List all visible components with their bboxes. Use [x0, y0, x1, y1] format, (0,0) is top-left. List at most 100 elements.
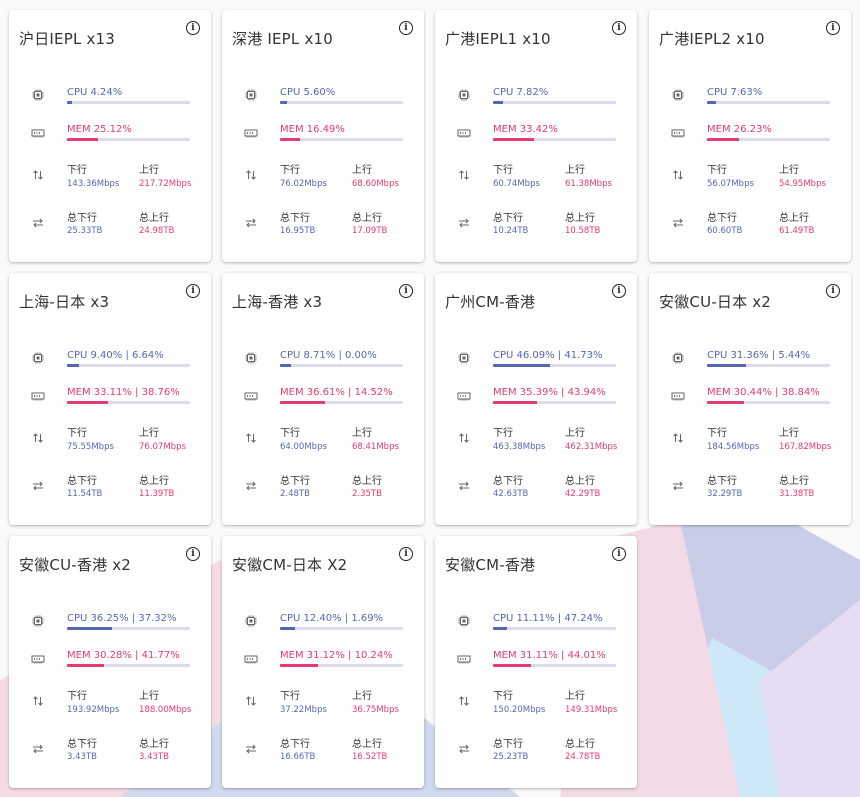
cpu-chip-icon — [31, 614, 45, 628]
total-download-label: 总下行 — [280, 739, 310, 750]
server-title: 沪日IEPL x13 — [19, 30, 116, 48]
cpu-usage-bar — [493, 364, 616, 367]
transfer-vertical-icon — [31, 694, 45, 708]
memory-usage-label: MEM 33.11% | 38.76% — [67, 387, 180, 398]
memory-usage-bar — [493, 138, 616, 141]
memory-usage-label: MEM 36.61% | 14.52% — [280, 387, 393, 398]
total-download-value: 25.23TB — [493, 752, 529, 762]
memory-icon — [31, 126, 45, 140]
cpu-usage-fill — [67, 627, 112, 630]
info-icon[interactable]: i — [399, 284, 413, 298]
info-icon[interactable]: i — [826, 284, 840, 298]
info-icon[interactable]: i — [399, 547, 413, 561]
memory-usage-fill — [493, 138, 535, 141]
server-card[interactable]: 安徽CU-日本 x2 i CPU 31.36% | 5.44% MEM 30.44% … — [649, 273, 851, 525]
cpu-usage-label: CPU 7.63% — [707, 87, 763, 98]
transfer-horizontal-icon — [244, 742, 258, 756]
memory-usage-fill — [707, 401, 745, 404]
total-upload-label: 总上行 — [565, 739, 595, 750]
server-card[interactable]: 安徽CU-香港 x2 i CPU 36.25% | 37.32% MEM 30.28%… — [9, 536, 211, 788]
server-card[interactable]: 深港 IEPL x10 i CPU 5.60% MEM 16.49% 下行 上行 76.02… — [222, 10, 424, 262]
download-label: 下行 — [67, 691, 87, 702]
info-icon[interactable]: i — [186, 547, 200, 561]
cpu-chip-icon — [671, 88, 685, 102]
upload-speed: 54.95Mbps — [779, 179, 826, 189]
memory-icon — [457, 652, 471, 666]
info-icon[interactable]: i — [612, 21, 626, 35]
info-icon[interactable]: i — [612, 284, 626, 298]
transfer-horizontal-icon — [244, 216, 258, 230]
info-icon[interactable]: i — [186, 284, 200, 298]
total-download-value: 16.95TB — [280, 226, 316, 236]
transfer-horizontal-icon — [31, 216, 45, 230]
server-card[interactable]: 广港IEPL2 x10 i CPU 7.63% MEM 26.23% 下行 上行 56.07… — [649, 10, 851, 262]
total-download-label: 总下行 — [280, 213, 310, 224]
server-title: 安徽CU-日本 x2 — [659, 293, 772, 311]
memory-icon — [31, 389, 45, 403]
total-upload-value: 16.52TB — [352, 752, 388, 762]
upload-speed: 149.31Mbps — [565, 705, 618, 715]
server-title: 上海-香港 x3 — [232, 293, 323, 311]
total-upload-value: 10.58TB — [565, 226, 601, 236]
server-card[interactable]: 沪日IEPL x13 i CPU 4.24% MEM 25.12% 下行 上行 143.36… — [9, 10, 211, 262]
download-speed: 64.00Mbps — [280, 442, 327, 452]
total-download-value: 32.29TB — [707, 489, 743, 499]
info-icon[interactable]: i — [612, 547, 626, 561]
download-speed: 150.20Mbps — [493, 705, 546, 715]
server-card[interactable]: 安徽CM-香港 i CPU 11.11% | 47.24% MEM 31.11% | … — [435, 536, 637, 788]
transfer-vertical-icon — [244, 694, 258, 708]
download-speed: 56.07Mbps — [707, 179, 754, 189]
total-download-value: 25.33TB — [67, 226, 103, 236]
memory-usage-fill — [707, 138, 740, 141]
memory-usage-fill — [67, 401, 108, 404]
download-label: 下行 — [493, 165, 513, 176]
cpu-chip-icon — [671, 351, 685, 365]
cpu-usage-fill — [493, 627, 507, 630]
server-title: 安徽CU-香港 x2 — [19, 556, 132, 574]
cpu-chip-icon — [244, 614, 258, 628]
upload-label: 上行 — [565, 428, 585, 439]
transfer-vertical-icon — [457, 694, 471, 708]
upload-label: 上行 — [352, 165, 372, 176]
total-upload-label: 总上行 — [779, 476, 809, 487]
server-title: 安徽CM-香港 — [445, 556, 536, 574]
cpu-usage-label: CPU 31.36% | 5.44% — [707, 350, 811, 361]
server-card[interactable]: 广州CM-香港 i CPU 46.09% | 41.73% MEM 35.39% | … — [435, 273, 637, 525]
download-speed: 143.36Mbps — [67, 179, 120, 189]
server-card[interactable]: 广港IEPL1 x10 i CPU 7.82% MEM 33.42% 下行 上行 60.74… — [435, 10, 637, 262]
memory-usage-bar — [280, 138, 403, 141]
info-icon[interactable]: i — [399, 21, 413, 35]
cpu-usage-fill — [67, 364, 79, 367]
transfer-vertical-icon — [31, 168, 45, 182]
memory-icon — [457, 389, 471, 403]
memory-usage-label: MEM 31.12% | 10.24% — [280, 650, 393, 661]
transfer-horizontal-icon — [457, 742, 471, 756]
memory-usage-label: MEM 35.39% | 43.94% — [493, 387, 606, 398]
total-upload-value: 11.39TB — [139, 489, 175, 499]
upload-label: 上行 — [565, 165, 585, 176]
server-card[interactable]: 上海-日本 x3 i CPU 9.40% | 6.64% MEM 33.11% | 3… — [9, 273, 211, 525]
server-title: 安徽CM-日本 X2 — [232, 556, 348, 574]
info-icon[interactable]: i — [186, 21, 200, 35]
memory-usage-bar — [493, 401, 616, 404]
transfer-horizontal-icon — [457, 216, 471, 230]
download-label: 下行 — [493, 428, 513, 439]
transfer-vertical-icon — [671, 168, 685, 182]
total-upload-value: 3.43TB — [139, 752, 169, 762]
transfer-vertical-icon — [244, 431, 258, 445]
memory-usage-label: MEM 26.23% — [707, 124, 772, 135]
cpu-usage-bar — [67, 101, 190, 104]
total-download-label: 总下行 — [493, 213, 523, 224]
upload-label: 上行 — [779, 428, 799, 439]
download-label: 下行 — [67, 428, 87, 439]
upload-label: 上行 — [139, 691, 159, 702]
cpu-chip-icon — [31, 351, 45, 365]
upload-speed: 217.72Mbps — [139, 179, 192, 189]
memory-icon — [671, 126, 685, 140]
cpu-chip-icon — [244, 351, 258, 365]
transfer-horizontal-icon — [31, 479, 45, 493]
info-icon[interactable]: i — [826, 21, 840, 35]
server-card[interactable]: 安徽CM-日本 X2 i CPU 12.40% | 1.69% MEM 31.12% … — [222, 536, 424, 788]
server-card[interactable]: 上海-香港 x3 i CPU 8.71% | 0.00% MEM 36.61% | 1… — [222, 273, 424, 525]
server-title: 深港 IEPL x10 — [232, 30, 334, 48]
